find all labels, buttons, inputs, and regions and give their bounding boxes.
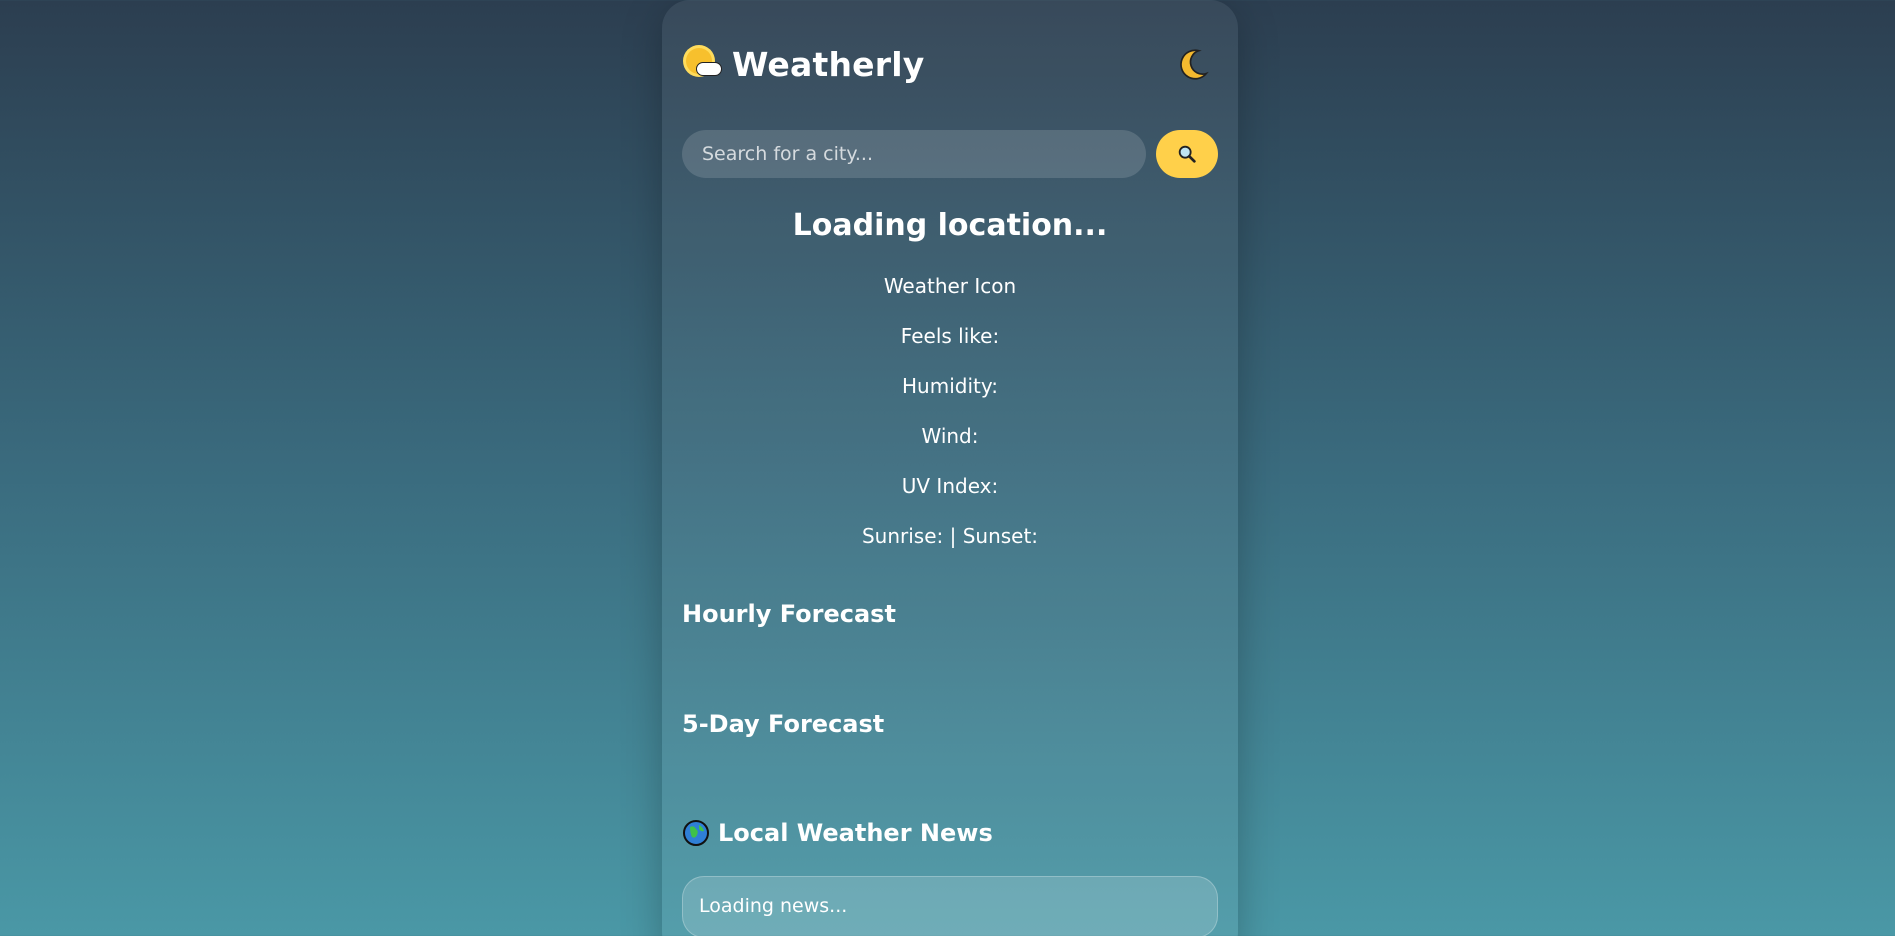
search-bar — [682, 130, 1218, 178]
sun-behind-cloud-icon — [682, 44, 722, 84]
crescent-moon-icon — [1180, 49, 1209, 80]
daily-forecast-label: 5-Day Forecast — [682, 710, 885, 738]
search-input[interactable] — [682, 130, 1146, 178]
humidity: Humidity: — [902, 374, 998, 398]
current-weather: Loading location... Weather Icon Feels l… — [662, 208, 1238, 573]
app-title: Weatherly — [732, 44, 925, 84]
daily-forecast-title: 5-Day Forecast — [682, 710, 884, 738]
location-title: Loading location... — [792, 208, 1108, 243]
uv-index: UV Index: — [901, 474, 999, 498]
app-header: Weatherly — [682, 38, 1212, 90]
globe-icon — [683, 820, 709, 846]
news-section-label: Local Weather News — [718, 819, 993, 847]
hourly-forecast-label: Hourly Forecast — [682, 600, 896, 628]
news-status: Loading news... — [699, 895, 848, 917]
weather-card: Weatherly Loading location... Weather Ic… — [662, 0, 1238, 936]
hourly-forecast-title: Hourly Forecast — [682, 600, 896, 628]
theme-toggle-button[interactable] — [1174, 45, 1212, 83]
news-section-title: Local Weather News — [682, 819, 993, 847]
wind: Wind: — [921, 424, 979, 448]
magnifying-glass-icon — [1178, 145, 1196, 163]
weather-icon-placeholder: Weather Icon — [883, 274, 1017, 298]
news-panel: Loading news... — [682, 876, 1218, 936]
sunrise-sunset: Sunrise: | Sunset: — [861, 524, 1039, 548]
feels-like: Feels like: — [900, 324, 1000, 348]
brand: Weatherly — [682, 44, 924, 84]
search-button[interactable] — [1156, 130, 1218, 178]
